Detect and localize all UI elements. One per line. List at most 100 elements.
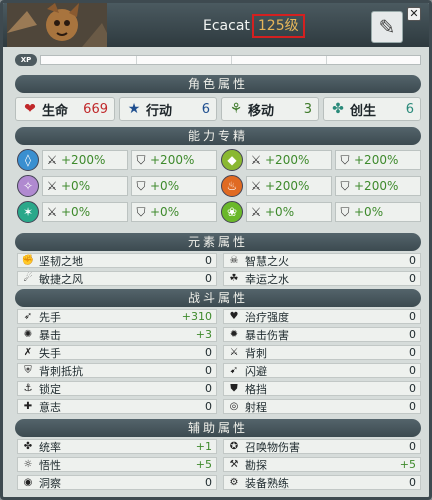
stat-label: 射程: [245, 400, 267, 414]
xp-segment-divider: [136, 56, 137, 64]
element-attack-value: +0%: [265, 205, 295, 219]
element-attack-value: +200%: [265, 153, 310, 167]
prospect-icon: ⚒: [229, 459, 239, 470]
stat-value: 0: [205, 272, 212, 285]
stat-row[interactable]: ✊ 坚韧之地 0: [17, 253, 217, 268]
clover-icon: ☘: [229, 273, 239, 284]
primary-stat-label: 行动: [146, 103, 173, 119]
nature-icon: ❀: [221, 201, 243, 223]
stat-row[interactable]: ⚓ 锁定 0: [17, 381, 217, 396]
character-portrait: [7, 3, 107, 47]
primary-stat-value: 6: [201, 101, 210, 117]
element-mastery-row[interactable]: ✧ ⚔ +0% ⛉ +0%: [17, 173, 217, 199]
crit-damage-icon: ✹: [229, 329, 239, 340]
stat-row[interactable]: ◉ 洞察 0: [17, 475, 217, 490]
stat-row[interactable]: ⚒ 勘探 +5: [223, 457, 421, 472]
stat-value: 0: [205, 476, 212, 489]
sword-icon: ⚔: [46, 205, 58, 219]
stat-row[interactable]: ◎ 射程 0: [223, 399, 421, 414]
stat-label: 失手: [39, 346, 61, 360]
stat-row[interactable]: ☠ 智慧之火 0: [223, 253, 421, 268]
element-defense-value: +0%: [150, 205, 180, 219]
primary-stat-label: 移动: [248, 103, 275, 119]
stat-value: 0: [409, 382, 416, 395]
water-icon: ◊: [17, 149, 39, 171]
stat-value: 0: [409, 310, 416, 323]
wakfu-icon: ✤: [332, 101, 344, 117]
character-name: Ecacat: [203, 18, 250, 34]
lock-icon: ⚓: [23, 383, 33, 394]
element-defense-value: +200%: [354, 179, 399, 193]
miss-icon: ✗: [23, 347, 33, 358]
section-title-combat: 战斗属性: [15, 289, 421, 307]
stat-row[interactable]: ➹ 闪避 0: [223, 363, 421, 378]
stat-row[interactable]: ⛊ 格挡 0: [223, 381, 421, 396]
stat-row[interactable]: ☄ 敏捷之风 0: [17, 271, 217, 286]
stat-row[interactable]: ⛨ 背刺抵抗 0: [17, 363, 217, 378]
stat-label: 装备熟练: [245, 476, 289, 490]
element-mastery-row[interactable]: ◆ ⚔ +200% ⛉ +200%: [221, 147, 421, 173]
primary-stat[interactable]: ❤ 生命 669: [15, 97, 115, 121]
stat-value: 0: [205, 254, 212, 267]
stat-label: 勘探: [245, 458, 267, 472]
stat-value: +310: [181, 310, 212, 323]
fist-icon: ✊: [21, 255, 35, 266]
primary-stat[interactable]: ✤ 创生 6: [323, 97, 421, 121]
close-button[interactable]: ✕: [407, 7, 421, 21]
stat-row[interactable]: ☘ 幸运之水 0: [223, 271, 421, 286]
stat-row[interactable]: ✗ 失手 0: [17, 345, 217, 360]
stat-label: 锁定: [39, 382, 61, 396]
claw-icon: ✺: [23, 329, 33, 340]
stat-label: 召唤物伤害: [245, 440, 300, 454]
primary-stat[interactable]: ★ 行动 6: [119, 97, 217, 121]
stat-row[interactable]: ♥ 治疗强度 0: [223, 309, 421, 324]
element-mastery-row[interactable]: ♨ ⚔ +200% ⛉ +200%: [221, 173, 421, 199]
stat-label: 坚韧之地: [39, 254, 83, 268]
character-title: Ecacat 125级: [203, 14, 305, 38]
xp-progress-bar: [40, 55, 421, 65]
shield-icon: ⛉: [340, 204, 350, 219]
stat-value: 0: [409, 272, 416, 285]
section-title-abilities: 能力专精: [15, 127, 421, 145]
range-icon: ◎: [229, 401, 239, 412]
stat-value: 0: [409, 346, 416, 359]
shield-icon: ⛉: [340, 152, 350, 167]
stat-row[interactable]: ➶ 先手 +310: [17, 309, 217, 324]
stat-row[interactable]: ✺ 暴击 +3: [17, 327, 217, 342]
element-defense-value: +200%: [150, 153, 195, 167]
stat-label: 敏捷之风: [39, 272, 83, 286]
wing-icon: ➶: [23, 311, 33, 322]
guild-emblem-icon[interactable]: ✎: [371, 11, 403, 43]
stat-row[interactable]: ☼ 悟性 +5: [17, 457, 217, 472]
shield-icon: ⛉: [136, 178, 146, 193]
stat-value: +5: [195, 458, 212, 471]
shield-icon: ⛉: [340, 178, 350, 193]
stat-row[interactable]: ✹ 暴击伤害 0: [223, 327, 421, 342]
stat-label: 暴击伤害: [245, 328, 289, 342]
stat-label: 意志: [39, 400, 61, 414]
sword-icon: ⚔: [46, 179, 58, 193]
sword-icon: ⚔: [250, 205, 262, 219]
stat-row[interactable]: ✤ 统率 +1: [17, 439, 217, 454]
paw-icon: ✤: [23, 441, 33, 452]
element-defense-cell: ⛉ +200%: [335, 176, 421, 196]
element-defense-cell: ⛉ +200%: [335, 150, 421, 170]
shield-icon: ⛉: [136, 204, 146, 219]
xp-segment-divider: [231, 56, 232, 64]
element-mastery-row[interactable]: ◊ ⚔ +200% ⛉ +200%: [17, 147, 217, 173]
stat-row[interactable]: ✪ 召唤物伤害 0: [223, 439, 421, 454]
stat-label: 洞察: [39, 476, 61, 490]
element-defense-cell: ⛉ +0%: [131, 202, 217, 222]
boot-icon: ☄: [23, 273, 33, 284]
sword-icon: ⚔: [250, 179, 262, 193]
element-mastery-row[interactable]: ✶ ⚔ +0% ⛉ +0%: [17, 199, 217, 225]
earth-icon: ◆: [221, 149, 243, 171]
stat-row[interactable]: ✚ 意志 0: [17, 399, 217, 414]
fire-icon: ♨: [221, 175, 243, 197]
primary-stat[interactable]: ⚘ 移动 3: [221, 97, 319, 121]
stat-row[interactable]: ⚙ 装备熟练 0: [223, 475, 421, 490]
element-attack-value: +0%: [61, 179, 91, 193]
wisdom-icon: ☼: [23, 459, 33, 470]
element-mastery-row[interactable]: ❀ ⚔ +0% ⛉ +0%: [221, 199, 421, 225]
stat-row[interactable]: ⚔ 背刺 0: [223, 345, 421, 360]
